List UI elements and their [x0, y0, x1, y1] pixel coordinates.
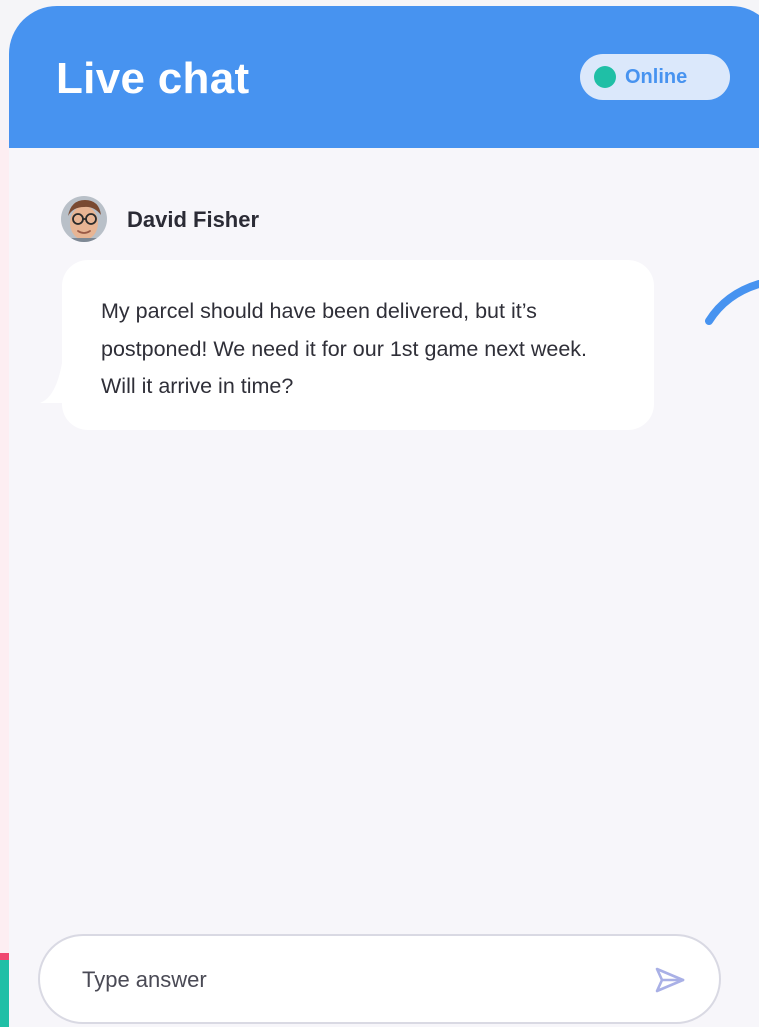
edge-strip [0, 140, 9, 1027]
sender-name: David Fisher [127, 207, 260, 232]
live-chat-page: Live chat Online David Fisher My parcel … [0, 0, 759, 1027]
edge-accent-pink [0, 953, 9, 960]
send-icon [655, 967, 685, 993]
chat-header: Live chat Online [9, 6, 759, 148]
avatar[interactable] [61, 196, 107, 242]
send-button[interactable] [650, 960, 690, 1000]
answer-input[interactable] [82, 960, 622, 1000]
message-text: My parcel should have been delivered, bu… [101, 299, 588, 398]
edge-accent-teal [0, 960, 9, 1027]
chat-panel: Live chat Online [9, 6, 759, 1027]
status-dot-icon [594, 66, 616, 88]
message-bubble: My parcel should have been delivered, bu… [62, 260, 654, 430]
loading-arc-icon [698, 280, 759, 340]
message-composer [38, 934, 721, 1024]
status-badge: Online [580, 54, 730, 100]
status-label: Online [625, 66, 688, 88]
page-title: Live chat [56, 54, 250, 103]
